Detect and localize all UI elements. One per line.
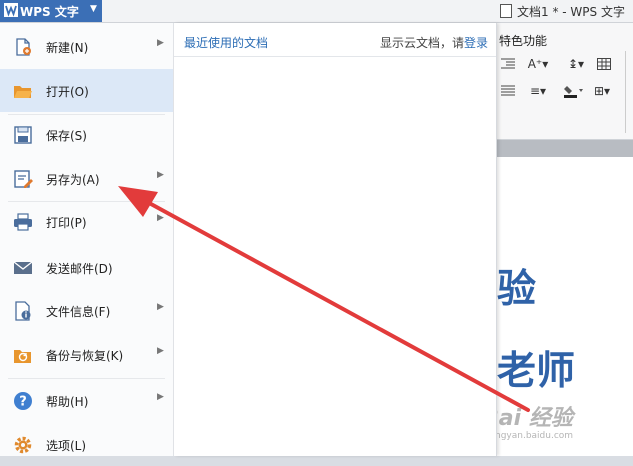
chevron-right-icon: ▶ <box>157 302 164 312</box>
menu-item-help[interactable]: ? 帮助(H) ▶ <box>0 379 173 422</box>
menu-item-open[interactable]: 打开(O) <box>0 69 173 112</box>
backup-icon <box>14 350 31 363</box>
document-heading-line2: 老师 <box>497 349 576 394</box>
title-bar: WPS 文字 ▼ 文档1 * - WPS 文字 <box>0 0 633 23</box>
cloud-docs-prompt: 显示云文档，请登录 <box>379 36 488 50</box>
chevron-right-icon: ▶ <box>157 213 164 223</box>
help-icon: ? <box>14 392 32 410</box>
file-info-icon <box>15 301 31 321</box>
menu-item-file-info[interactable]: 文件信息(F) ▶ <box>0 289 173 332</box>
menu-item-print[interactable]: 打印(P) ▶ <box>0 200 173 243</box>
recent-documents-panel: 最近使用的文档 显示云文档，请登录 <box>174 23 497 456</box>
chevron-right-icon: ▶ <box>157 38 164 48</box>
chevron-right-icon: ▶ <box>157 170 164 180</box>
ribbon: 特色功能 A⁺▾ ↨▾ ≡▾ ⊞▾ <box>497 23 633 140</box>
folder-open-icon <box>14 86 32 98</box>
header-divider <box>174 56 496 57</box>
app-menu-button[interactable]: WPS 文字 ▼ <box>0 0 102 22</box>
watermark: Bai 经验 jingyan.baidu.com <box>482 406 574 441</box>
save-as-icon <box>14 170 33 188</box>
app-name: WPS 文字 <box>20 5 79 19</box>
menu-item-new[interactable]: 新建(N) ▶ <box>0 25 173 68</box>
file-menu: 新建(N) ▶ 打开(O) 保存(S) 另存为(A) ▶ 打印(P) ▶ 发送邮… <box>0 23 174 456</box>
login-link[interactable]: 登录 <box>464 36 488 50</box>
save-icon <box>14 126 32 144</box>
recent-documents-title: 最近使用的文档 <box>184 36 269 50</box>
line-spacing-icon[interactable]: ↨▾ <box>565 55 587 73</box>
gear-icon <box>14 436 32 454</box>
chevron-right-icon: ▶ <box>157 346 164 356</box>
font-size-increase-icon[interactable]: A⁺▾ <box>527 55 549 73</box>
wps-logo-icon <box>4 3 18 17</box>
ruler-strip <box>497 140 633 157</box>
menu-item-backup[interactable]: 备份与恢复(K) ▶ <box>0 333 173 376</box>
distribute-icon[interactable] <box>497 82 519 100</box>
align-icon[interactable]: ≡▾ <box>527 82 549 100</box>
svg-text:?: ? <box>19 395 27 410</box>
new-document-icon <box>16 38 31 56</box>
menu-item-save-as[interactable]: 另存为(A) ▶ <box>0 157 173 200</box>
indent-icon[interactable] <box>497 55 519 73</box>
fill-color-icon[interactable] <box>563 82 585 100</box>
mail-icon <box>13 261 33 274</box>
document-heading-line1: 验 <box>497 267 537 312</box>
ribbon-divider <box>625 51 626 133</box>
tab-special-features[interactable]: 特色功能 <box>499 32 547 49</box>
table-icon[interactable] <box>593 55 615 73</box>
chevron-right-icon: ▶ <box>157 392 164 402</box>
document-title: 文档1 * - WPS 文字 <box>500 3 625 20</box>
document-icon <box>500 4 512 18</box>
border-icon[interactable]: ⊞▾ <box>591 82 613 100</box>
menu-item-send-mail[interactable]: 发送邮件(D) <box>0 246 173 289</box>
menu-item-save[interactable]: 保存(S) <box>0 113 173 156</box>
chevron-down-icon: ▼ <box>90 4 97 14</box>
printer-icon <box>14 213 32 231</box>
menu-item-options[interactable]: 选项(L) <box>0 423 173 466</box>
